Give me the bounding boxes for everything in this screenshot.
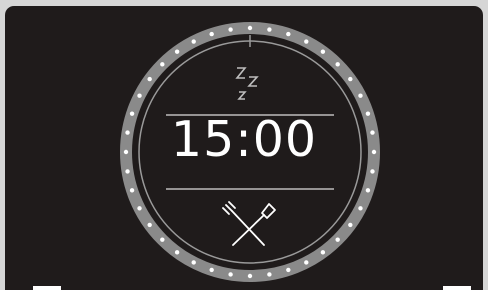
dial-dot [320,250,326,255]
dial-dot [358,93,363,98]
timer-display: 15:00 [170,111,318,168]
dial-dot [191,39,196,44]
dial-dot [228,272,233,277]
dial-dot [304,39,309,44]
dial-dot [174,250,180,255]
right-indicator-bar [443,286,471,290]
oven-display-screen: 15:00 [5,6,483,290]
dial-dot [137,206,142,211]
dial-dot [286,267,291,273]
dial-dot [286,31,291,37]
dial-dot [147,76,152,82]
dial-dot [335,62,340,67]
dial-dot [267,27,272,32]
dial-dot [191,260,196,265]
dial-dot [267,272,272,277]
dial-dot [129,188,135,193]
crossed-fork-spatula-icon [222,201,276,246]
dial-dot [348,222,353,228]
dial-dot [365,188,371,193]
dial-dot [174,49,180,54]
dial-dot [160,237,165,242]
dial-dot [320,49,326,54]
left-indicator-bar [33,286,61,290]
dial-dot [160,62,165,67]
dial-dot [209,31,214,37]
dial-dot [228,27,233,32]
dial-dot [358,206,363,211]
dial-dot [147,222,152,228]
dial-dot [137,93,142,98]
dial-dot [304,260,309,265]
dial-dot [335,237,340,242]
dial-dot [247,25,253,31]
dial-dot [348,76,353,82]
dial-dot [247,273,253,279]
dial-dot [209,267,214,273]
sleep-zzz-icon [235,67,259,100]
